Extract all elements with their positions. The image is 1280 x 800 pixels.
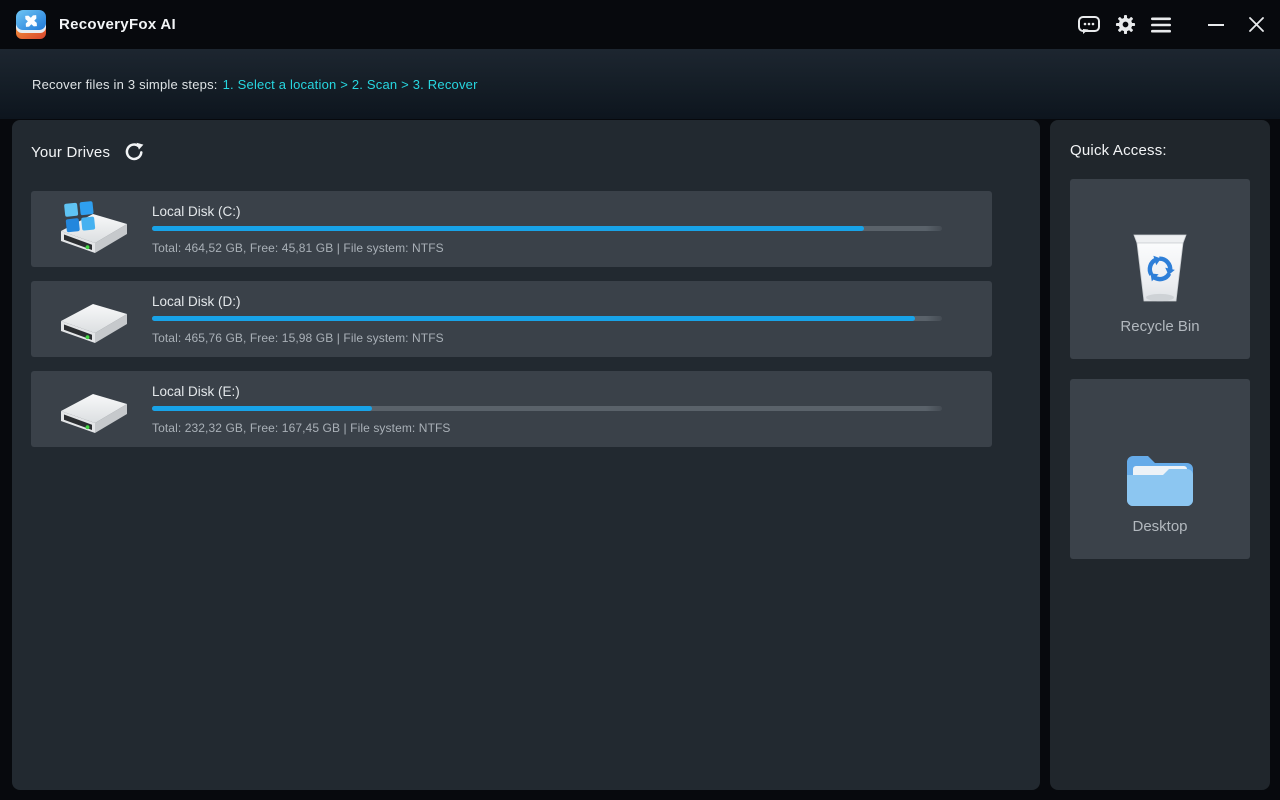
quick-access-recycle-bin[interactable]: Recycle Bin [1070, 179, 1250, 359]
app-logo-icon [12, 7, 50, 43]
drive-row-e[interactable]: Local Disk (E:) Total: 232,32 GB, Free: … [31, 371, 992, 447]
drive-name: Local Disk (E:) [152, 384, 942, 399]
hard-drive-icon [55, 381, 131, 437]
drive-usage-fill [152, 316, 915, 321]
drive-row-d[interactable]: Local Disk (D:) Total: 465,76 GB, Free: … [31, 281, 992, 357]
drive-usage-fill [152, 406, 372, 411]
drive-details: Total: 232,32 GB, Free: 167,45 GB | File… [152, 421, 942, 435]
steps-banner: Recover files in 3 simple steps: 1. Sele… [0, 49, 1280, 119]
refresh-icon[interactable] [124, 142, 144, 162]
minimize-icon[interactable] [1196, 5, 1236, 45]
drive-usage-bar [152, 316, 942, 321]
hard-drive-windows-icon [55, 201, 131, 257]
steps-banner-steps[interactable]: 1. Select a location > 2. Scan > 3. Reco… [223, 77, 478, 92]
drives-panel: Your Drives [12, 120, 1040, 790]
drive-usage-bar [152, 406, 942, 411]
gear-icon[interactable] [1108, 8, 1142, 42]
hard-drive-icon [55, 291, 131, 347]
quick-access-title: Quick Access: [1070, 142, 1250, 159]
drive-usage-bar [152, 226, 942, 231]
steps-banner-prefix: Recover files in 3 simple steps: [32, 77, 218, 92]
quick-access-desktop[interactable]: Desktop [1070, 379, 1250, 559]
drive-name: Local Disk (D:) [152, 294, 942, 309]
drive-row-c[interactable]: Local Disk (C:) Total: 464,52 GB, Free: … [31, 191, 992, 267]
titlebar: RecoveryFox AI [0, 0, 1280, 49]
chat-bubble-icon[interactable] [1072, 8, 1106, 42]
close-icon[interactable] [1236, 5, 1276, 45]
desktop-folder-icon [1121, 379, 1199, 518]
drives-section-title: Your Drives [31, 144, 110, 161]
drive-details: Total: 464,52 GB, Free: 45,81 GB | File … [152, 241, 942, 255]
drive-name: Local Disk (C:) [152, 204, 942, 219]
app-title: RecoveryFox AI [59, 16, 176, 33]
recycle-bin-icon [1121, 179, 1199, 318]
quick-access-label: Recycle Bin [1120, 318, 1199, 335]
content-area: Your Drives [0, 119, 1280, 800]
drive-list: Local Disk (C:) Total: 464,52 GB, Free: … [31, 191, 1040, 447]
quick-access-label: Desktop [1132, 518, 1187, 535]
quick-access-panel: Quick Access: [1050, 120, 1270, 790]
hamburger-icon[interactable] [1144, 8, 1178, 42]
drive-usage-fill [152, 226, 864, 231]
drive-details: Total: 465,76 GB, Free: 15,98 GB | File … [152, 331, 942, 345]
